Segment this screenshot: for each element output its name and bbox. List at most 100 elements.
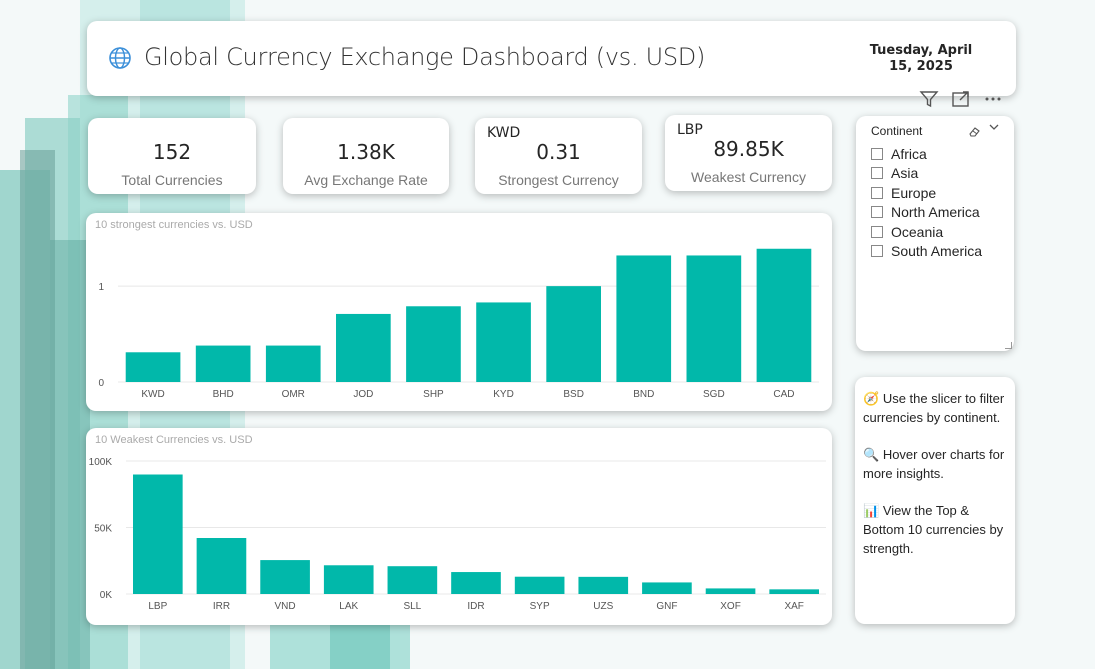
report-date: Tuesday, April 15, 2025	[869, 43, 973, 74]
visual-toolbar	[918, 88, 1004, 110]
tip-text: Use the slicer to filter currencies by c…	[863, 391, 1005, 425]
x-tick-label: BHD	[213, 389, 234, 400]
bar-bhd[interactable]	[195, 345, 251, 382]
x-tick-label: OMR	[282, 389, 305, 400]
option-label: Asia	[891, 165, 919, 182]
y-tick-label: 0	[98, 378, 104, 389]
bar-syp[interactable]	[514, 576, 565, 594]
bar-kwd[interactable]	[125, 352, 181, 382]
slicer-option-south-america[interactable]: South America	[871, 242, 982, 262]
x-tick-label: BND	[633, 389, 654, 400]
x-tick-label: UZS	[593, 601, 613, 612]
slicer-option-oceania[interactable]: Oceania	[871, 222, 982, 242]
kpi-label: Total Currencies	[121, 172, 223, 188]
dashboard-header: Global Currency Exchange Dashboard (vs. …	[87, 21, 1016, 96]
continent-slicer[interactable]: Continent Africa Asia Europe North Ameri…	[856, 116, 1014, 351]
bar-uzs[interactable]	[578, 576, 629, 594]
x-tick-label: SGD	[703, 389, 725, 400]
y-tick-label: 1	[98, 282, 104, 293]
strongest-currencies-plot: 0 1 KWD BHD OMR JOD SHP KYD BSD BND SGD CAD	[98, 248, 819, 400]
tip-top-bottom: 📊 View the Top & Bottom 10 currencies by…	[863, 501, 1009, 558]
x-tick-label: XOF	[720, 601, 741, 612]
x-tick-label: LAK	[339, 601, 358, 612]
bar-jod[interactable]	[336, 313, 391, 382]
tip-hover: 🔍 Hover over charts for more insights.	[863, 445, 1009, 483]
globe-icon	[109, 47, 131, 69]
kpi-value: 0.31	[536, 140, 581, 164]
slicer-options: Africa Asia Europe North America Oceania…	[871, 144, 982, 261]
filter-icon[interactable]	[918, 88, 940, 110]
more-options-icon[interactable]	[982, 88, 1004, 110]
kpi-total-currencies[interactable]: 152 Total Currencies	[88, 118, 256, 194]
x-tick-label: LBP	[148, 601, 167, 612]
bar-lak[interactable]	[323, 565, 374, 594]
x-tick-label: BSD	[563, 389, 584, 400]
strongest-currencies-chart[interactable]: 10 strongest currencies vs. USD 0 1 KWD BHD…	[86, 213, 832, 411]
x-tick-label: SHP	[423, 389, 444, 400]
weakest-currencies-plot: 0K 50K 100K LBP IRR VND LAK SLL IDR SYP UZS GNF XOF X…	[89, 457, 826, 612]
kpi-label: Avg Exchange Rate	[304, 172, 428, 188]
bar-sll[interactable]	[387, 566, 438, 594]
bar-vnd[interactable]	[260, 560, 310, 594]
x-tick-label: SYP	[530, 601, 550, 612]
magnifier-icon: 🔍	[863, 447, 880, 462]
x-tick-label: VND	[275, 601, 296, 612]
checkbox[interactable]	[871, 186, 883, 199]
checkbox[interactable]	[871, 167, 883, 180]
kpi-label: Strongest Currency	[498, 172, 619, 188]
compass-icon: 🧭	[863, 391, 880, 406]
slicer-option-africa[interactable]: Africa	[871, 144, 982, 164]
y-tick-label: 0K	[100, 590, 113, 601]
y-tick-label: 100K	[89, 457, 113, 468]
x-tick-label: KYD	[493, 389, 514, 400]
checkbox[interactable]	[871, 245, 883, 258]
bar-xaf[interactable]	[769, 589, 819, 594]
bar-gnf[interactable]	[642, 582, 692, 594]
kpi-currency-code: KWD	[487, 125, 521, 141]
kpi-currency-code: LBP	[677, 122, 703, 138]
slicer-option-europe[interactable]: Europe	[871, 183, 982, 203]
kpi-value: 1.38K	[337, 140, 395, 164]
slicer-option-north-america[interactable]: North America	[871, 203, 982, 223]
x-tick-label: JOD	[353, 389, 373, 400]
bar-cad[interactable]	[756, 248, 812, 382]
bar-bnd[interactable]	[616, 255, 672, 382]
x-tick-label: KWD	[141, 389, 164, 400]
kpi-weakest-currency[interactable]: LBP 89.85K Weakest Currency	[665, 115, 832, 191]
help-tips-card: 🧭 Use the slicer to filter currencies by…	[855, 377, 1015, 624]
kpi-value: 152	[152, 140, 192, 164]
option-label: South America	[891, 243, 983, 260]
kpi-avg-exchange-rate[interactable]: 1.38K Avg Exchange Rate	[283, 118, 449, 194]
resize-handle[interactable]	[1005, 342, 1012, 349]
bar-omr[interactable]	[265, 345, 321, 382]
x-tick-label: SLL	[403, 601, 421, 612]
bar-kyd[interactable]	[476, 302, 531, 382]
bar-irr[interactable]	[196, 538, 247, 594]
chevron-down-icon[interactable]	[988, 121, 1000, 136]
bar-shp[interactable]	[406, 306, 461, 382]
option-label: North America	[891, 204, 980, 221]
option-label: Europe	[891, 184, 937, 201]
page-title: Global Currency Exchange Dashboard (vs. …	[144, 43, 706, 71]
kpi-value: 89.85K	[713, 137, 784, 161]
bar-xof[interactable]	[705, 588, 756, 594]
bar-chart-icon: 📊	[863, 503, 880, 518]
bar-idr[interactable]	[451, 572, 501, 594]
kpi-strongest-currency[interactable]: KWD 0.31 Strongest Currency	[475, 118, 642, 194]
option-label: Africa	[891, 145, 927, 162]
kpi-label: Weakest Currency	[691, 169, 806, 185]
x-tick-label: IRR	[213, 601, 230, 612]
bar-bsd[interactable]	[546, 286, 601, 382]
checkbox[interactable]	[871, 206, 883, 219]
slicer-option-asia[interactable]: Asia	[871, 164, 982, 184]
x-tick-label: IDR	[467, 601, 484, 612]
slicer-title: Continent	[871, 124, 923, 138]
weakest-currencies-chart[interactable]: 10 Weakest Currencies vs. USD 0K 50K 100K L…	[86, 428, 832, 625]
bar-sgd[interactable]	[686, 255, 742, 382]
bar-lbp[interactable]	[133, 474, 183, 594]
clear-selections-icon[interactable]	[968, 125, 981, 141]
checkbox[interactable]	[871, 147, 883, 160]
focus-mode-icon[interactable]	[950, 88, 972, 110]
y-tick-label: 50K	[94, 524, 112, 535]
checkbox[interactable]	[871, 225, 883, 238]
